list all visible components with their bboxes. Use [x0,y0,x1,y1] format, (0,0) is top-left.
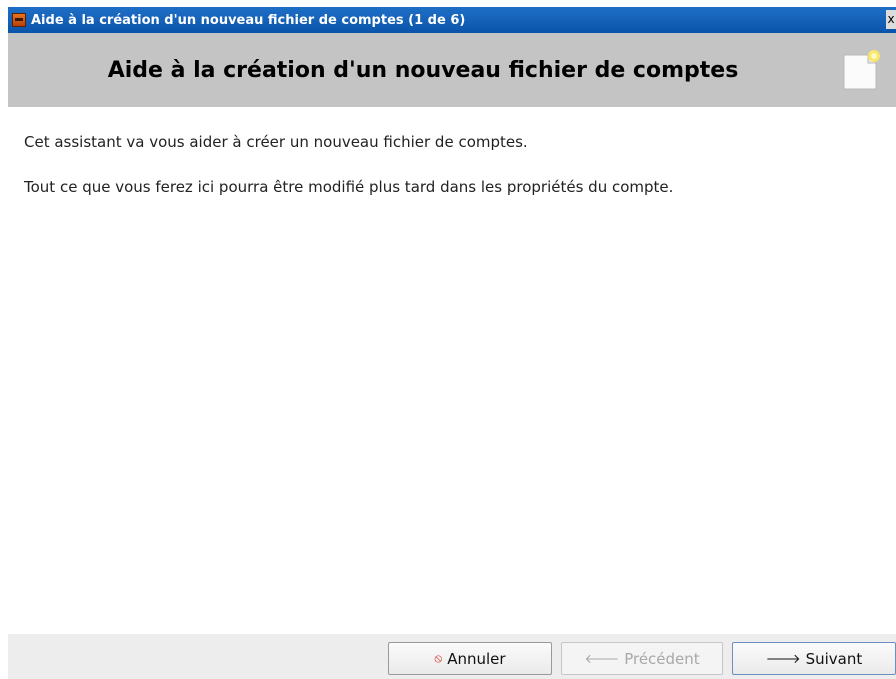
intro-text: Cet assistant va vous aider à créer un n… [24,133,528,151]
cancel-label: Annuler [447,649,506,668]
arrow-right-icon: 🡒 [765,651,801,667]
arrow-left-icon: 🡐 [584,651,620,667]
button-bar: ⦸ Annuler 🡐 Précédent 🡒 Suivant [8,634,896,679]
stop-icon: ⦸ [434,651,443,665]
assistant-window: Aide à la création d'un nouveau fichier … [8,7,896,679]
assistant-header: Aide à la création d'un nouveau fichier … [8,33,896,107]
window-title: Aide à la création d'un nouveau fichier … [31,12,466,28]
new-document-icon [843,50,880,90]
assistant-content: Cet assistant va vous aider à créer un n… [24,133,884,196]
previous-label: Précédent [624,649,700,668]
app-icon [12,13,26,27]
previous-button[interactable]: 🡐 Précédent [561,642,723,675]
next-label: Suivant [805,649,863,668]
next-button[interactable]: 🡒 Suivant [732,642,896,675]
page-title: Aide à la création d'un nouveau fichier … [107,57,739,83]
info-text: Tout ce que vous ferez ici pourra être m… [24,178,674,196]
title-bar[interactable]: Aide à la création d'un nouveau fichier … [8,7,896,33]
close-button[interactable]: x [886,10,896,29]
cancel-button[interactable]: ⦸ Annuler [388,642,552,675]
